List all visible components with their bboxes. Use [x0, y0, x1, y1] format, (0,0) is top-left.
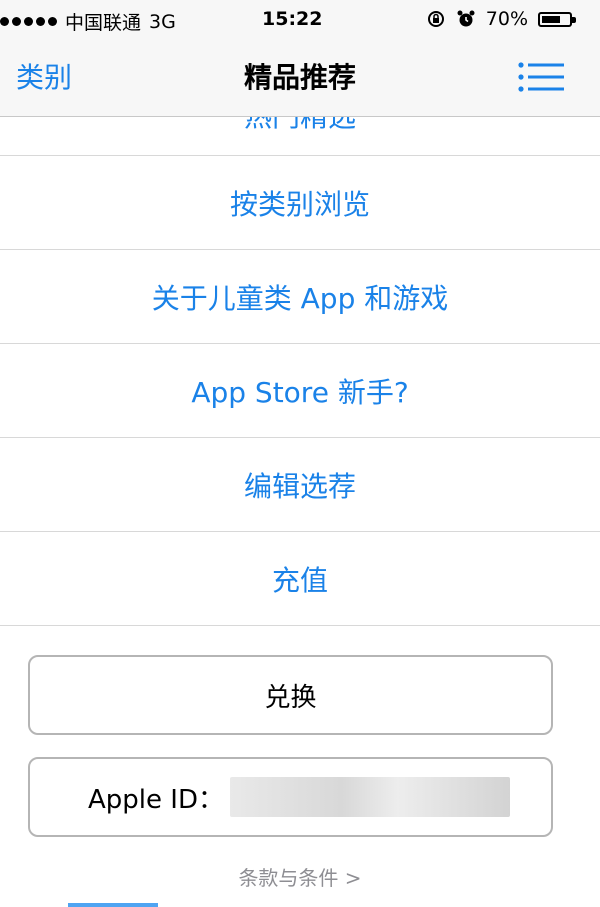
status-bar: 中国联通 3G 15:22 70%: [0, 0, 600, 40]
menu-item-partial-label: 热门精选: [0, 117, 600, 135]
battery-fill: [542, 15, 560, 23]
menu-item-partial[interactable]: 热门精选: [0, 117, 600, 156]
apple-id-label: Apple ID：: [88, 784, 224, 815]
menu-list: 热门精选 按类别浏览 关于儿童类 App 和游戏 App Store 新手? 编…: [0, 117, 600, 626]
signal-strength-icon: [0, 17, 57, 26]
battery-icon: [538, 11, 576, 27]
page-title: 精品推荐: [243, 61, 356, 94]
status-right: 70%: [426, 8, 576, 30]
terms-and-conditions-link[interactable]: 条款与条件 >: [0, 862, 600, 891]
list-icon[interactable]: [518, 62, 564, 92]
apple-id-button[interactable]: Apple ID：: [28, 757, 553, 837]
bottom-accent-bar: [68, 903, 158, 907]
status-time: 15:22: [262, 8, 323, 30]
carrier-name: 中国联通: [65, 12, 142, 34]
alarm-icon: [457, 10, 475, 27]
redeem-button[interactable]: 兑换: [28, 655, 553, 735]
navigation-bar: 类别 精品推荐: [0, 40, 600, 117]
battery-percent: 70%: [485, 8, 528, 30]
network-type: 3G: [149, 10, 176, 33]
menu-item-new-to-app-store[interactable]: App Store 新手?: [0, 344, 600, 438]
menu-item-editors-picks[interactable]: 编辑选荐: [0, 438, 600, 532]
status-left: 中国联通 3G: [0, 8, 176, 35]
menu-item-top-up[interactable]: 充值: [0, 532, 600, 626]
menu-item-browse-categories[interactable]: 按类别浏览: [0, 156, 600, 250]
menu-item-kids-apps-games[interactable]: 关于儿童类 App 和游戏: [0, 250, 600, 344]
rotation-lock-icon: [427, 11, 444, 27]
apple-id-redacted: [229, 777, 510, 817]
